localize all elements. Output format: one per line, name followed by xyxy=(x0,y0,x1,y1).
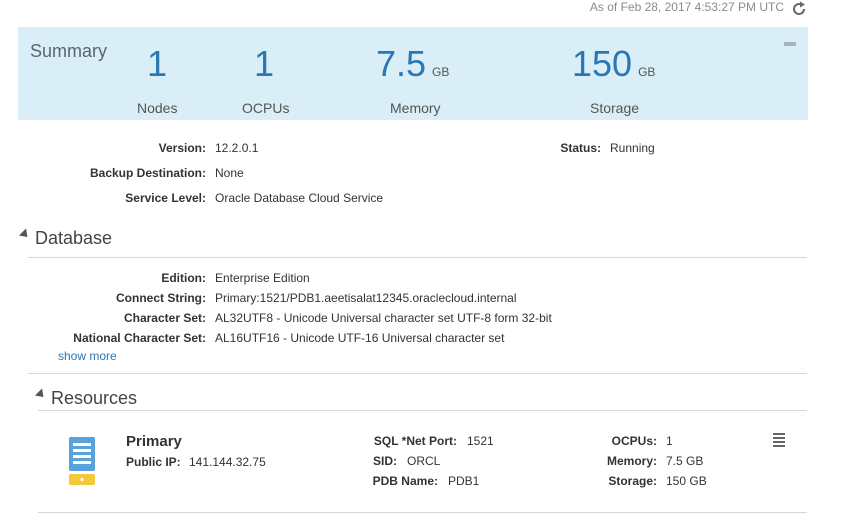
database-server-icon xyxy=(69,437,95,485)
metric-memory: 7.5 GB Memory xyxy=(376,43,450,117)
resources-collapse-toggle[interactable] xyxy=(34,388,48,401)
node-memory-label: Memory: xyxy=(606,454,657,468)
status-label: Status: xyxy=(560,141,601,155)
metric-storage-value: 150 xyxy=(572,43,633,84)
refresh-icon[interactable] xyxy=(790,0,808,18)
show-more-link[interactable]: show more xyxy=(58,349,117,363)
metric-ocpus-value: 1 xyxy=(254,43,275,84)
summary-title: Summary xyxy=(30,41,108,61)
sqlnet-port-value: 1521 xyxy=(467,434,494,448)
connect-string-value: Primary:1521/PDB1.aeetisalat12345.oracle… xyxy=(215,291,517,305)
metric-storage-unit: GB xyxy=(638,65,656,79)
metric-nodes-value: 1 xyxy=(147,43,168,84)
version-label: Version: xyxy=(158,141,206,155)
edition-label: Edition: xyxy=(161,271,206,285)
pdb-name-label: PDB Name: xyxy=(372,474,438,488)
node-ocpus-value: 1 xyxy=(666,434,673,448)
resource-node-name: Primary xyxy=(126,433,182,450)
database-section-title[interactable]: Database xyxy=(35,228,112,249)
character-set-label: Character Set: xyxy=(123,311,206,325)
metric-nodes: 1 Nodes xyxy=(137,43,177,117)
connect-string-label: Connect String: xyxy=(116,291,206,305)
node-storage-value: 150 GB xyxy=(666,474,707,488)
metric-memory-unit: GB xyxy=(432,65,450,79)
edition-value: Enterprise Edition xyxy=(215,271,310,285)
pdb-name-value: PDB1 xyxy=(448,474,480,488)
public-ip-value: 141.144.32.75 xyxy=(189,455,266,469)
database-divider xyxy=(28,257,807,258)
node-storage-label: Storage: xyxy=(608,474,657,488)
service-level-label: Service Level: xyxy=(125,191,206,205)
backup-destination-value: None xyxy=(215,166,244,180)
metric-memory-value: 7.5 xyxy=(376,43,427,84)
metric-memory-label: Memory xyxy=(390,100,441,116)
public-ip-label: Public IP: xyxy=(126,455,181,469)
version-value: 12.2.0.1 xyxy=(215,141,259,155)
national-character-set-value: AL16UTF16 - Unicode UTF-16 Universal cha… xyxy=(215,331,505,345)
hamburger-menu-icon[interactable] xyxy=(772,432,786,448)
database-collapse-toggle[interactable] xyxy=(18,228,32,241)
character-set-value: AL32UTF8 - Unicode Universal character s… xyxy=(215,311,552,325)
node-memory-value: 7.5 GB xyxy=(666,454,704,468)
summary-panel: Summary 1 Nodes 1 OCPUs 7.5 GB Memory 150… xyxy=(18,27,808,120)
sqlnet-port-label: SQL *Net Port: xyxy=(373,434,457,448)
as-of-timestamp: As of Feb 28, 2017 4:53:27 PM UTC xyxy=(589,0,784,14)
metric-storage: 150 GB Storage xyxy=(572,43,656,117)
resources-section-title[interactable]: Resources xyxy=(51,388,137,409)
metric-ocpus: 1 OCPUs xyxy=(242,43,289,117)
minimize-icon[interactable] xyxy=(784,42,796,46)
database-bottom-divider xyxy=(28,373,807,374)
sid-value: ORCL xyxy=(407,454,441,468)
sid-label: SID: xyxy=(373,454,397,468)
service-level-value: Oracle Database Cloud Service xyxy=(215,191,384,205)
resources-bottom-divider xyxy=(38,512,807,513)
node-ocpus-label: OCPUs: xyxy=(611,434,657,448)
status-value: Running xyxy=(610,141,655,155)
metric-nodes-label: Nodes xyxy=(137,100,178,116)
resources-divider xyxy=(38,410,807,411)
national-character-set-label: National Character Set: xyxy=(73,331,206,345)
backup-destination-label: Backup Destination: xyxy=(89,166,206,180)
metric-storage-label: Storage xyxy=(590,100,640,116)
metric-ocpus-label: OCPUs xyxy=(242,100,290,116)
